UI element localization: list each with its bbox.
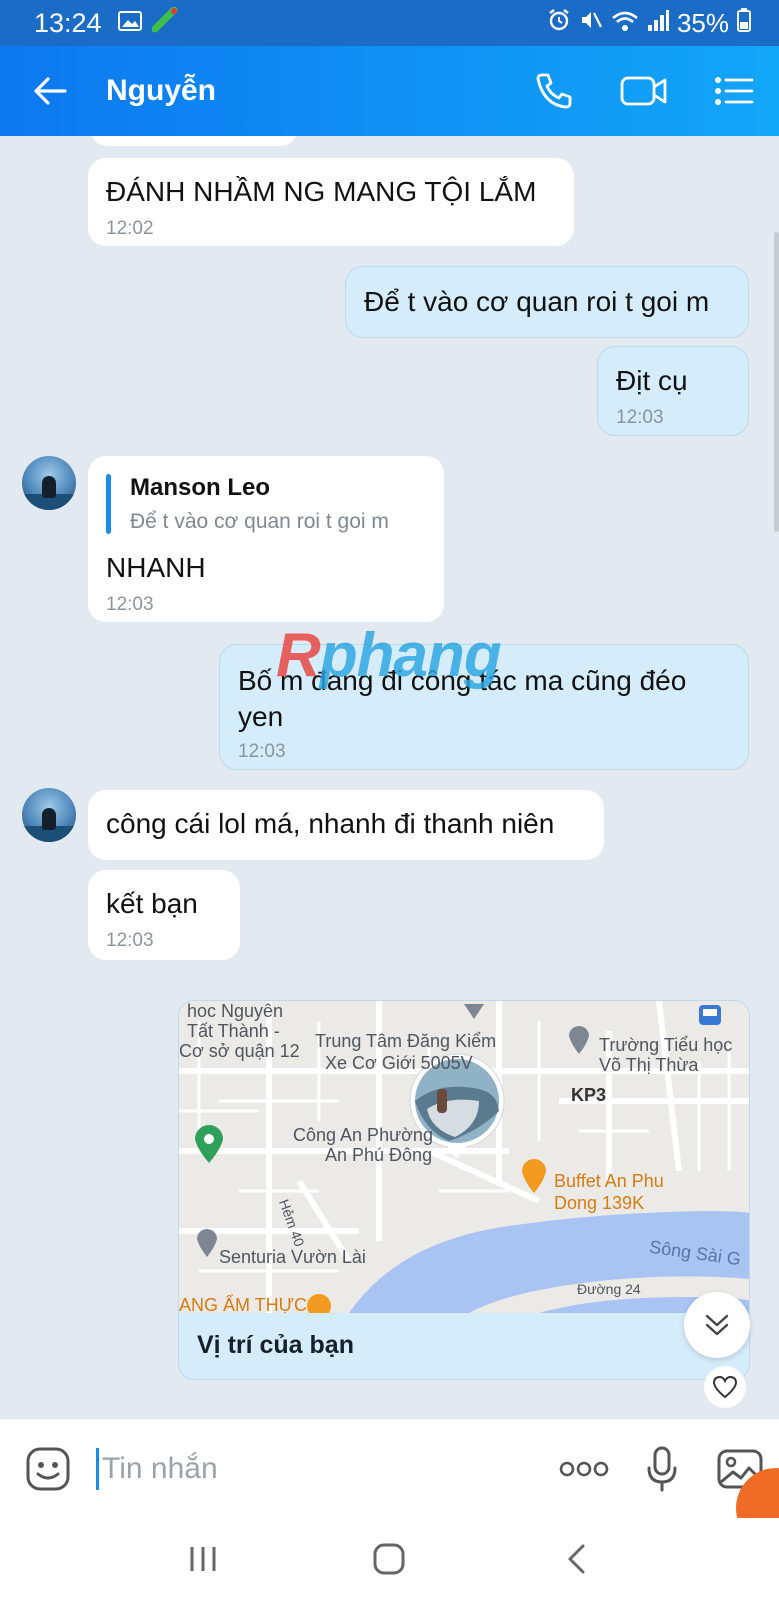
message-bubble[interactable]: công cái lol má, nhanh đi thanh niên bbox=[88, 790, 604, 860]
image-icon bbox=[117, 8, 142, 39]
map-label: Xe Cơ Giới 5005V bbox=[325, 1053, 473, 1073]
reply-quote-text: Để t vào cơ quan roi t goi m bbox=[130, 510, 389, 533]
message-time: 12:03 bbox=[238, 741, 286, 762]
more-options-button[interactable] bbox=[545, 1419, 623, 1519]
menu-list-icon bbox=[715, 77, 754, 105]
avatar[interactable] bbox=[22, 456, 76, 510]
map-label: Trường Tiểu học bbox=[599, 1035, 733, 1055]
message-time: 12:03 bbox=[106, 930, 154, 951]
message-time: 12:03 bbox=[106, 594, 154, 615]
app-icon bbox=[151, 6, 180, 40]
watermark-first-letter: R bbox=[276, 621, 321, 690]
home-button[interactable] bbox=[349, 1529, 429, 1589]
map-label: Dong 139K bbox=[554, 1193, 645, 1213]
system-nav-bar bbox=[0, 1518, 779, 1600]
scrollbar[interactable] bbox=[774, 232, 779, 532]
message-bubble[interactable]: Để t vào cơ quan roi t goi m bbox=[345, 266, 749, 338]
message-time: 12:02 bbox=[106, 218, 154, 239]
system-back-button[interactable] bbox=[536, 1529, 616, 1589]
location-map[interactable]: hoc Nguyên Tất Thành - Cơ sở quận 12 Tru… bbox=[179, 1001, 749, 1313]
message-input-placeholder: Tin nhắn bbox=[102, 1451, 218, 1485]
alarm-icon bbox=[547, 8, 571, 39]
message-bubble[interactable]: ĐÁNH NHẦM NG MANG TỘI LẮM 12:02 bbox=[88, 158, 574, 246]
signal-icon bbox=[647, 8, 669, 39]
avatar[interactable] bbox=[22, 788, 76, 842]
microphone-icon bbox=[647, 1446, 677, 1491]
scroll-to-bottom-button[interactable] bbox=[684, 1292, 750, 1358]
recent-apps-button[interactable] bbox=[163, 1529, 243, 1589]
message-text: Địt cụ bbox=[616, 365, 688, 396]
location-caption: Vị trí của bạn bbox=[197, 1331, 354, 1359]
heart-icon bbox=[712, 1375, 738, 1399]
recent-apps-icon bbox=[190, 1547, 216, 1571]
home-icon bbox=[373, 1543, 405, 1575]
status-time: 13:24 bbox=[34, 7, 102, 38]
map-label: Buffet An Phu bbox=[554, 1171, 664, 1191]
chevron-left-icon bbox=[568, 1544, 585, 1574]
reply-sender-name: Manson Leo bbox=[130, 474, 271, 501]
message-list[interactable]: ĐÁNH NHẦM NG MANG TỘI LẮM 12:02 Để t vào… bbox=[0, 136, 779, 1418]
message-bubble[interactable]: Địt cụ 12:03 bbox=[597, 346, 749, 436]
map-label: Võ Thị Thừa bbox=[599, 1055, 699, 1075]
text-caret bbox=[96, 1447, 99, 1490]
reply-quote-bar bbox=[106, 474, 111, 534]
map-label: Trung Tâm Đăng Kiểm bbox=[315, 1031, 497, 1051]
message-text: công cái lol má, nhanh đi thanh niên bbox=[106, 808, 555, 839]
more-dots-icon bbox=[559, 1461, 609, 1476]
wifi-icon bbox=[611, 8, 639, 39]
video-call-button[interactable] bbox=[599, 46, 689, 136]
watermark-rest: phang bbox=[319, 621, 502, 690]
mute-icon bbox=[579, 8, 603, 39]
map-label: hoc Nguyên bbox=[187, 1001, 284, 1021]
location-card[interactable]: hoc Nguyên Tất Thành - Cơ sở quận 12 Tru… bbox=[178, 1000, 750, 1380]
status-bar: 13:24 35% bbox=[0, 0, 779, 46]
map-label: An Phú Đông bbox=[325, 1145, 433, 1165]
voice-call-button[interactable] bbox=[509, 46, 599, 136]
voice-message-button[interactable] bbox=[623, 1419, 701, 1519]
back-arrow-icon bbox=[34, 77, 67, 105]
message-input[interactable]: Tin nhắn bbox=[96, 1447, 545, 1490]
map-label: ANG ẨM THỰC bbox=[179, 1295, 308, 1313]
double-chevron-down-icon bbox=[705, 1314, 729, 1336]
map-label: Đường 24 bbox=[577, 1281, 641, 1297]
sticker-icon bbox=[26, 1447, 70, 1490]
sticker-button[interactable] bbox=[0, 1419, 96, 1519]
chat-header: Nguyễn bbox=[0, 46, 779, 136]
message-bubble[interactable]: kết bạn 12:03 bbox=[88, 870, 240, 960]
map-label: Cơ sở quận 12 bbox=[179, 1041, 300, 1061]
composer-bar: Tin nhắn bbox=[0, 1418, 779, 1518]
react-button[interactable] bbox=[704, 1366, 746, 1408]
message-bubble[interactable]: Manson Leo Để t vào cơ quan roi t goi m … bbox=[88, 456, 444, 622]
back-button[interactable] bbox=[0, 46, 100, 136]
message-text: kết bạn bbox=[106, 888, 198, 919]
map-label: Công An Phường bbox=[293, 1125, 433, 1145]
message-bubble-partial[interactable] bbox=[90, 136, 298, 146]
battery-text: 35% bbox=[676, 7, 729, 38]
message-time: 12:03 bbox=[616, 407, 664, 428]
watermark-logo: Rphang bbox=[276, 620, 502, 691]
map-label: Senturia Vườn Lài bbox=[219, 1247, 366, 1267]
message-text-line2: yen bbox=[238, 701, 284, 732]
video-call-icon bbox=[620, 76, 667, 106]
menu-button[interactable] bbox=[689, 46, 779, 136]
phone-icon bbox=[536, 73, 572, 109]
message-text: Để t vào cơ quan roi t goi m bbox=[364, 286, 710, 317]
battery-icon bbox=[737, 7, 751, 39]
contact-name[interactable]: Nguyễn bbox=[106, 74, 509, 108]
message-text: NHANH bbox=[106, 552, 206, 583]
message-text: ĐÁNH NHẦM NG MANG TỘI LẮM bbox=[106, 176, 537, 207]
map-label: Tất Thành - bbox=[187, 1021, 280, 1041]
map-label: KP3 bbox=[571, 1085, 607, 1105]
